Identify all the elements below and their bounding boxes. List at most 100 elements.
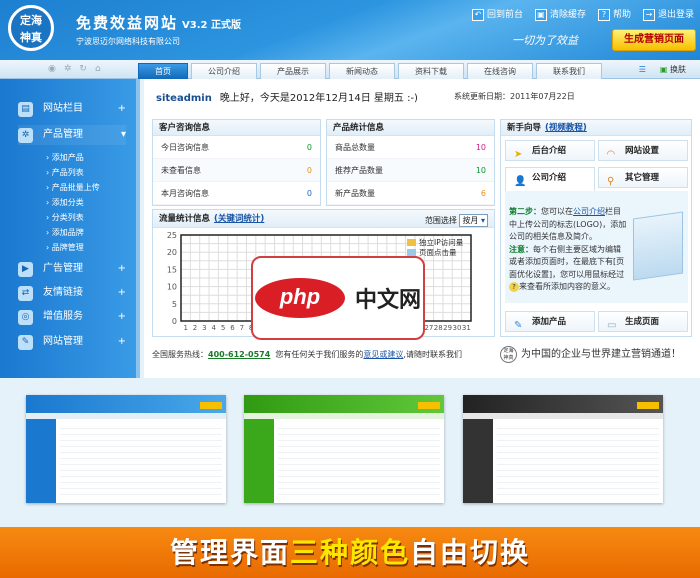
theme-preview-green[interactable] (244, 395, 444, 503)
banner-text: 自由切换 (410, 536, 531, 569)
sidebar-item-ads[interactable]: ▶ 广告管理 + (18, 259, 126, 279)
row-label: 推荐产品数量 (335, 166, 383, 175)
tab-products[interactable]: 产品展示 (260, 63, 326, 79)
panel-title: 流量统计信息 (关键词统计) 范围选择 按月 ▾ (153, 210, 494, 228)
tab-consult[interactable]: 在线咨询 (467, 63, 533, 79)
add-product-button[interactable]: ✎ 添加产品 (505, 311, 595, 332)
tab-home[interactable]: 首页 (138, 63, 188, 79)
sub-item[interactable]: › 分类列表 (46, 212, 100, 227)
x-tick-label: 29 (443, 324, 452, 332)
php-watermark: php 中文网 (251, 256, 425, 340)
legend-swatch (407, 239, 416, 246)
row-value[interactable]: 10 (476, 136, 486, 158)
help-icon[interactable]: ? (509, 282, 519, 292)
search-icon: ⚲ (607, 176, 615, 187)
video-tutorial-link[interactable]: (视频教程) (545, 123, 587, 133)
skin-button[interactable]: ☰ ▣ 换肤 (639, 64, 686, 75)
tab-contact[interactable]: 联系我们 (536, 63, 602, 79)
logout-link[interactable]: → 退出登录 (642, 7, 694, 21)
row-label: 今日咨询信息 (161, 143, 209, 152)
y-tick-label: 10 (167, 283, 177, 292)
logo-icon: 定海 神真 (500, 345, 517, 363)
guide-panel: 新手向导 (视频教程) ➤ 后台介绍 ◠ 网站设置 👤 公司介绍 ⚲ 其它管理 第二步：您… (500, 119, 692, 337)
help-link[interactable]: ? 帮助 (597, 7, 631, 21)
sub-item[interactable]: › 添加分类 (46, 197, 100, 212)
monitor-icon: ▶ (18, 261, 33, 277)
slogan-text: 为中国的企业与世界建立营销通道！ (521, 349, 681, 360)
theme-preview-black[interactable] (463, 395, 663, 503)
x-tick-label: 30 (453, 324, 462, 332)
sub-label: 产品批量上传 (51, 183, 100, 192)
gear-icon[interactable]: ✲ (64, 64, 72, 74)
bottom-banner: 管理界面三种颜色自由切换 (0, 527, 700, 578)
sub-item[interactable]: › 产品列表 (46, 167, 100, 182)
company-intro-link[interactable]: 公司介绍 (573, 207, 605, 216)
footer-line: 全国服务热线：400-612-0574 您有任何关于我们服务的意见或建议,请随时… (152, 349, 462, 360)
row-value[interactable]: 10 (476, 159, 486, 181)
username: siteadmin (156, 93, 212, 104)
text: ,请随时联系我们 (403, 350, 462, 359)
tab-news[interactable]: 新闻动态 (329, 63, 395, 79)
feedback-link[interactable]: 意见或建议 (363, 350, 403, 359)
sidebar-item-site[interactable]: ✎ 网站管理 + (18, 332, 126, 352)
sub-item[interactable]: › 产品批量上传 (46, 182, 100, 197)
row-value[interactable]: 0 (307, 182, 312, 204)
sidebar-item-columns[interactable]: ▤ 网站栏目 + (18, 99, 126, 119)
sub-label: 添加产品 (51, 153, 84, 162)
tab-company[interactable]: 公司介绍 (191, 63, 257, 79)
row-value[interactable]: 0 (307, 136, 312, 158)
plus-icon: + (117, 336, 126, 347)
guide-company-button[interactable]: 👤 公司介绍 (505, 167, 595, 191)
clear-cache-link[interactable]: ▣ 清除缓存 (534, 7, 586, 21)
plus-icon: + (117, 263, 126, 274)
sidebar-item-services[interactable]: ◎ 增值服务 + (18, 307, 126, 327)
link-label: 帮助 (612, 10, 631, 20)
x-tick-label: 6 (230, 324, 235, 332)
top-links: ↶ 回到前台 ▣ 清除缓存 ? 帮助 → 退出登录 (471, 7, 694, 21)
sub-item[interactable]: › 添加品牌 (46, 227, 100, 242)
keyword-stats-link[interactable]: (关键词统计) (214, 214, 264, 224)
row-value[interactable]: 6 (481, 182, 486, 204)
range-select[interactable]: 按月 ▾ (459, 214, 488, 227)
watermark-text: 中文网 (354, 288, 421, 313)
welcome: siteadmin 晚上好，今天是2012年12月14日 星期五 :-) (156, 89, 418, 104)
panel-title: 客户咨询信息 (153, 120, 320, 136)
x-tick-label: 28 (434, 324, 443, 332)
tab-downloads[interactable]: 资料下载 (398, 63, 464, 79)
guide-settings-button[interactable]: ◠ 网站设置 (598, 140, 688, 161)
label: 友情链接 (43, 287, 83, 298)
sidebar-item-products[interactable]: ✲ 产品管理 ▾ (18, 125, 126, 145)
row-label: 商品总数量 (335, 143, 375, 152)
help-icon: ? (597, 8, 610, 21)
range-value: 按月 (462, 216, 479, 225)
list-icon: ☰ (638, 65, 646, 74)
guide-other-button[interactable]: ⚲ 其它管理 (598, 167, 688, 188)
theme-preview-blue[interactable] (26, 395, 226, 503)
table-row: 本月咨询信息 0 (153, 182, 320, 205)
sidebar-item-links[interactable]: ⇄ 友情链接 + (18, 283, 126, 303)
range-select-group: 范围选择 按月 ▾ (425, 212, 488, 230)
net-icon[interactable]: ◉ (48, 64, 56, 74)
label: 网站管理 (43, 336, 83, 347)
sub-item[interactable]: › 添加产品 (46, 152, 100, 167)
home-icon[interactable]: ⌂ (95, 64, 101, 74)
guide-intro-button[interactable]: ➤ 后台介绍 (505, 140, 595, 161)
panel-title: 新手向导 (视频教程) (501, 120, 691, 136)
label: 增值服务 (43, 311, 83, 322)
back-to-front-link[interactable]: ↶ 回到前台 (471, 7, 523, 21)
x-tick-label: 5 (221, 324, 225, 332)
row-label: 未查看信息 (161, 166, 201, 175)
plus-icon: + (117, 287, 126, 298)
sub-item[interactable]: › 品牌管理 (46, 242, 100, 257)
sidebar: ▤ 网站栏目 + ✲ 产品管理 ▾ › 添加产品 › 产品列表 › 产品批量上传 › 添… (0, 79, 140, 378)
generate-page-button[interactable]: 生成营销页面 (612, 29, 696, 51)
label: 网站栏目 (43, 103, 83, 114)
generate-button[interactable]: ▭ 生成页面 (598, 311, 688, 332)
label: 产品管理 (43, 129, 83, 140)
footer-slogan: 定海 神真 为中国的企业与世界建立营销通道！ (500, 345, 681, 363)
refresh-icon[interactable]: ↻ (79, 64, 87, 74)
slogan: 一切为了效益 (512, 34, 578, 47)
x-tick-label: 31 (462, 324, 471, 332)
row-value[interactable]: 0 (307, 159, 312, 181)
note: 注意： (509, 244, 533, 254)
